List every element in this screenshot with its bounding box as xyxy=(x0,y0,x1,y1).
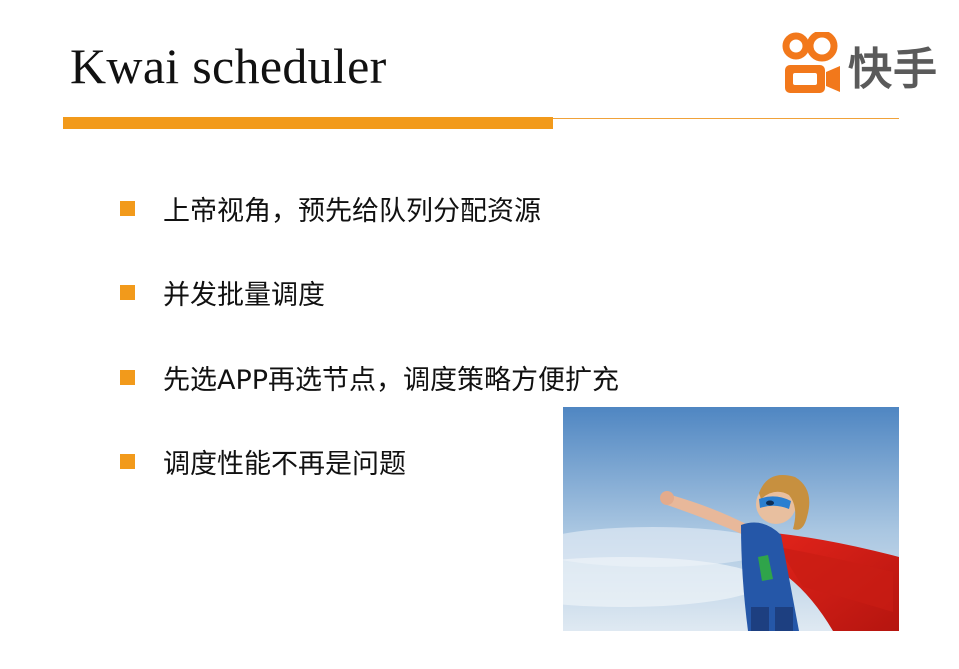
bullet-text: 并发批量调度 xyxy=(163,280,325,311)
title-underline-thick xyxy=(63,117,553,129)
bullet-square-icon xyxy=(120,454,135,469)
bullet-square-icon xyxy=(120,200,135,216)
bullet-text: 先选APP再选节点，调度策略方便扩充 xyxy=(163,364,620,396)
bullet-item: 上帝视角，预先给队列分配资源 xyxy=(120,186,619,230)
bullet-item: 并发批量调度 xyxy=(120,271,619,315)
superhero-child-photo xyxy=(563,407,899,631)
bullet-list: 上帝视角，预先给队列分配资源 并发批量调度 先选APP再选节点，调度策略方便扩充… xyxy=(120,186,619,524)
logo-text: 快手 xyxy=(848,44,938,95)
slide-title: Kwai scheduler xyxy=(70,38,387,94)
bullet-text: 上帝视角，预先给队列分配资源 xyxy=(163,195,541,227)
bullet-square-icon xyxy=(120,285,135,300)
bullet-item: 先选APP再选节点，调度策略方便扩充 xyxy=(120,355,619,399)
kwai-camera-logo-icon xyxy=(782,32,840,93)
kwai-logo: 快手 xyxy=(782,30,957,100)
bullet-text: 调度性能不再是问题 xyxy=(163,449,406,480)
bullet-square-icon xyxy=(120,369,135,385)
bullet-item: 调度性能不再是问题 xyxy=(120,440,619,484)
